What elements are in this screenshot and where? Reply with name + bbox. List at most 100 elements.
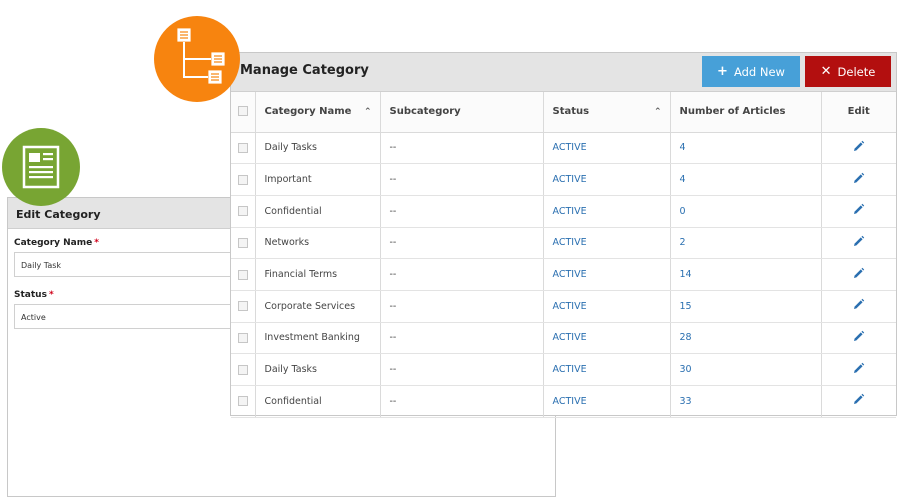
status-value: ACTIVE	[552, 364, 587, 376]
category-name: Financial Terms	[264, 269, 338, 281]
table-body: Daily Tasks -- ACTIVE 4 Important -- ACTIVE 4 Co…	[231, 132, 896, 418]
edit-cell	[821, 258, 896, 291]
pencil-icon[interactable]	[852, 203, 865, 219]
row-checkbox[interactable]	[237, 174, 248, 185]
articles-count: 33	[679, 395, 692, 407]
pencil-icon[interactable]	[852, 140, 865, 156]
pencil-icon[interactable]	[852, 267, 865, 283]
row-checkbox-cell	[231, 353, 256, 386]
status-value: ACTIVE	[552, 269, 587, 281]
table-row[interactable]: Networks -- ACTIVE 2	[231, 227, 896, 260]
edit-cell	[821, 227, 896, 260]
pencil-icon[interactable]	[852, 172, 865, 188]
category-name-cell: Daily Tasks	[255, 132, 381, 165]
row-checkbox[interactable]	[237, 364, 248, 375]
status-value: ACTIVE	[552, 174, 587, 186]
table-row[interactable]: Daily Tasks -- ACTIVE 4	[231, 132, 896, 165]
table-row[interactable]: Confidential -- ACTIVE 0	[231, 195, 896, 228]
category-name-cell: Corporate Services	[255, 290, 381, 323]
pencil-icon[interactable]	[852, 298, 865, 314]
status-cell: ACTIVE	[543, 227, 671, 260]
row-checkbox[interactable]	[237, 142, 248, 153]
pencil-icon[interactable]	[852, 330, 865, 346]
articles-cell: 4	[670, 163, 822, 196]
close-icon: ✕	[820, 64, 832, 79]
subcategory-cell: --	[380, 195, 544, 228]
column-label: Subcategory	[389, 106, 461, 118]
articles-count: 2	[679, 237, 686, 249]
sort-ascending-icon[interactable]: ⌃	[654, 107, 662, 117]
status-value: ACTIVE	[552, 395, 587, 407]
subcategory-value: --	[389, 364, 397, 376]
row-checkbox-cell	[231, 195, 256, 228]
select-all-checkbox[interactable]	[237, 106, 248, 117]
add-new-button[interactable]: + Add New	[702, 56, 800, 87]
pencil-icon[interactable]	[852, 362, 865, 378]
table-row[interactable]: Financial Terms -- ACTIVE 14	[231, 258, 896, 291]
column-header-articles: Number of Articles	[670, 92, 822, 133]
category-name: Confidential	[264, 205, 322, 217]
articles-cell: 30	[670, 353, 822, 386]
status-value: ACTIVE	[552, 300, 587, 312]
category-name-cell: Financial Terms	[255, 258, 381, 291]
column-label: Edit	[847, 106, 870, 118]
status-cell: ACTIVE	[543, 322, 671, 355]
category-name: Daily Tasks	[264, 364, 318, 376]
subcategory-value: --	[389, 174, 397, 186]
table-row[interactable]: Corporate Services -- ACTIVE 15	[231, 290, 896, 323]
subcategory-cell: --	[380, 290, 544, 323]
manage-category-panel: Manage Category + Add New ✕ Delete Categ…	[230, 52, 897, 418]
table-row[interactable]: Daily Tasks -- ACTIVE 30	[231, 353, 896, 386]
row-checkbox-cell	[231, 290, 256, 323]
table-row[interactable]: Investment Banking -- ACTIVE 28	[231, 322, 896, 355]
subcategory-cell: --	[380, 385, 544, 418]
category-name-cell: Confidential	[255, 195, 381, 228]
articles-count: 4	[679, 174, 686, 186]
category-name-cell: Networks	[255, 227, 381, 260]
pencil-icon[interactable]	[852, 235, 865, 251]
row-checkbox[interactable]	[237, 269, 248, 280]
delete-label: Delete	[837, 64, 876, 79]
row-checkbox[interactable]	[237, 206, 248, 217]
plus-icon: +	[717, 64, 728, 79]
row-checkbox[interactable]	[237, 396, 248, 407]
category-name-label-text: Category Name	[14, 238, 93, 248]
row-checkbox-cell	[231, 385, 256, 418]
column-header-edit: Edit	[821, 92, 896, 133]
edit-cell	[821, 290, 896, 323]
edit-cell	[821, 132, 896, 165]
manage-panel-header: Manage Category + Add New ✕ Delete	[231, 53, 896, 92]
status-label: Status *	[14, 290, 54, 300]
category-table: Category Name ⌃ Subcategory Status ⌃ Num…	[231, 92, 896, 418]
category-name-cell: Daily Tasks	[255, 353, 381, 386]
sort-ascending-icon[interactable]: ⌃	[364, 107, 372, 117]
delete-button[interactable]: ✕ Delete	[805, 56, 891, 87]
category-name: Corporate Services	[264, 300, 356, 312]
subcategory-value: --	[389, 269, 397, 281]
subcategory-value: --	[389, 300, 397, 312]
row-checkbox[interactable]	[237, 301, 248, 312]
row-checkbox-cell	[231, 163, 256, 196]
articles-count: 15	[679, 300, 692, 312]
articles-cell: 28	[670, 322, 822, 355]
table-row[interactable]: Important -- ACTIVE 4	[231, 163, 896, 196]
subcategory-value: --	[389, 332, 397, 344]
articles-count: 0	[679, 205, 686, 217]
column-header-status[interactable]: Status ⌃	[543, 92, 671, 133]
status-cell: ACTIVE	[543, 290, 671, 323]
row-checkbox[interactable]	[237, 237, 248, 248]
pencil-icon[interactable]	[852, 393, 865, 409]
column-header-subcategory: Subcategory	[380, 92, 544, 133]
subcategory-cell: --	[380, 353, 544, 386]
row-checkbox-cell	[231, 132, 256, 165]
articles-count: 30	[679, 364, 692, 376]
articles-cell: 33	[670, 385, 822, 418]
hierarchy-icon	[176, 27, 226, 85]
table-row[interactable]: Confidential -- ACTIVE 33	[231, 385, 896, 418]
row-checkbox[interactable]	[237, 332, 248, 343]
subcategory-value: --	[389, 237, 397, 249]
row-checkbox-cell	[231, 258, 256, 291]
row-checkbox-cell	[231, 227, 256, 260]
column-header-category-name[interactable]: Category Name ⌃	[255, 92, 381, 133]
category-name: Investment Banking	[264, 332, 360, 344]
